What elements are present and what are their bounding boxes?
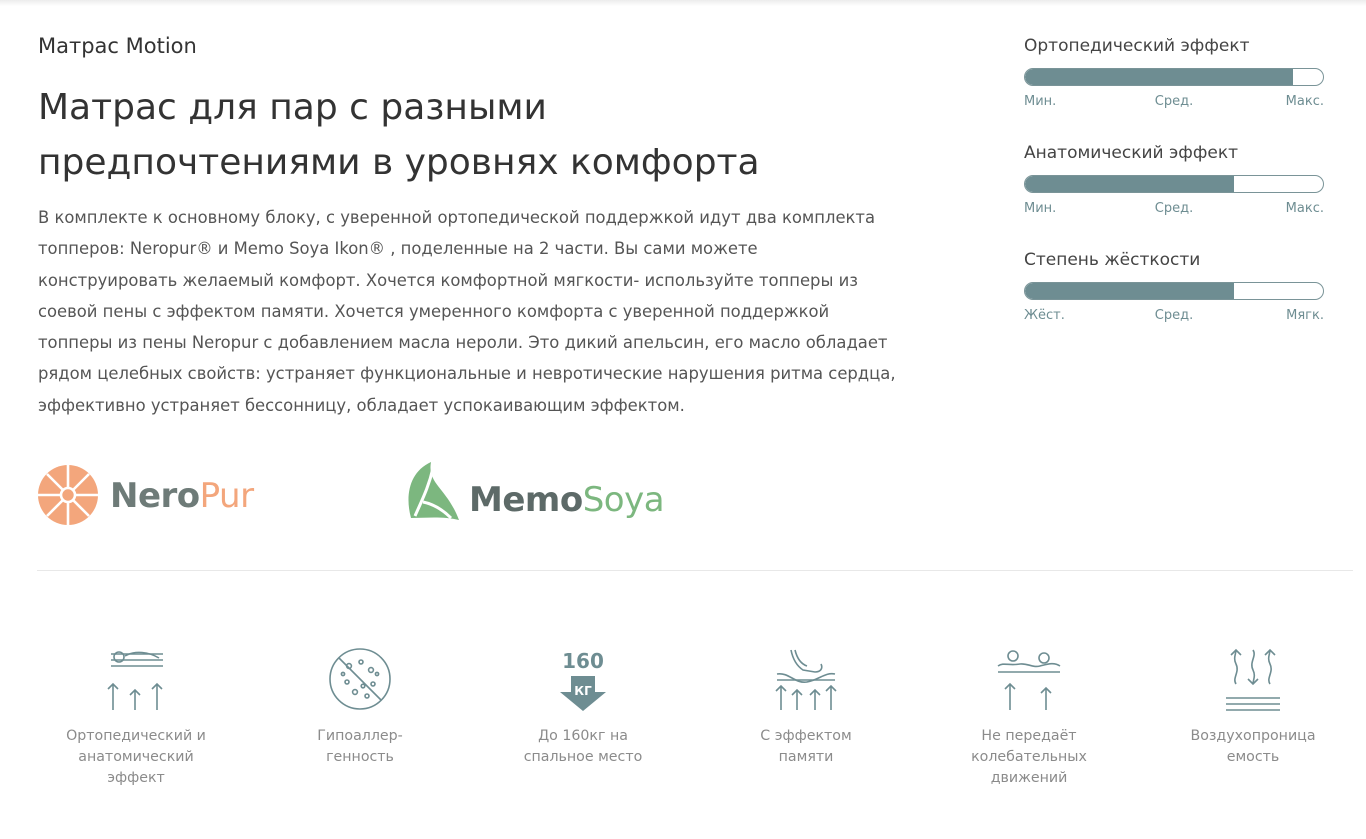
memosoya-logo: MemoSoya <box>403 458 693 524</box>
comfort-meters: Ортопедический эффект Мин. Сред. Макс. А… <box>1024 34 1324 355</box>
meter-fill <box>1025 176 1234 192</box>
meter-title: Степень жёсткости <box>1024 250 1201 270</box>
leaf-icon <box>408 462 459 520</box>
neropur-logo: NeroPur <box>36 462 276 528</box>
memosoya-wordmark-memo: Memo <box>469 480 583 520</box>
neropur-wordmark: NeroPur <box>110 476 254 516</box>
scale-mid-label: Сред. <box>1154 94 1194 109</box>
feature-memory-effect: С эффектом памяти <box>696 644 916 768</box>
title-line-1: Матрас для пар с разными <box>38 87 547 128</box>
features-list: Ортопедический и анатомический эффект Ги… <box>26 644 1366 804</box>
scale-max-label: Мягк. <box>1286 308 1324 323</box>
scale-max-label: Макс. <box>1285 201 1324 216</box>
meter-fill <box>1025 69 1294 85</box>
orthopedic-support-icon <box>107 651 163 710</box>
feature-label: Ортопедический и анатомический эффект <box>66 728 206 786</box>
weight-number: 160 <box>562 649 604 673</box>
orange-slice-icon <box>38 465 98 525</box>
meter-title: Ортопедический эффект <box>1024 36 1250 56</box>
meter-scale: Мин. Сред. Макс. <box>1024 201 1324 217</box>
scale-max-label: Макс. <box>1285 94 1324 109</box>
weight-limit-icon: 160 КГ <box>560 649 606 711</box>
title-line-2: предпочтениями в уровнях комфорта <box>38 142 760 183</box>
feature-orthopedic: Ортопедический и анатомический эффект <box>26 644 246 789</box>
meter-firmness: Степень жёсткости Жёст. Сред. Мягк. <box>1024 248 1324 355</box>
memory-effect-icon <box>775 649 837 710</box>
meter-orthopedic: Ортопедический эффект Мин. Сред. Макс. <box>1024 34 1324 141</box>
breathability-icon <box>1226 648 1280 711</box>
meter-bar <box>1024 68 1324 86</box>
feature-label: С эффектом памяти <box>760 728 852 765</box>
product-description: В комплекте к основному блоку, с уверенн… <box>38 202 898 421</box>
feature-weight-limit: 160 КГ До 160кг на спальное место <box>473 644 693 768</box>
feature-label: До 160кг на спальное место <box>523 728 643 765</box>
page-title: Матрас для пар с разными предпочтениями … <box>38 80 938 190</box>
description-text: В комплекте к основному блоку, с уверенн… <box>38 208 896 415</box>
feature-label: Не передаёт колебательных движений <box>971 728 1087 786</box>
memosoya-wordmark: MemoSoya <box>469 480 665 520</box>
memosoya-wordmark-soya: Soya <box>582 480 665 520</box>
feature-label: Гипоаллер- генность <box>317 728 403 765</box>
header-shadow <box>0 0 1366 6</box>
feature-no-motion-transfer: Не передаёт колебательных движений <box>919 644 1139 789</box>
scale-min-label: Жёст. <box>1024 308 1065 323</box>
meter-bar <box>1024 282 1324 300</box>
feature-label: Воздухопроница емость <box>1190 728 1316 765</box>
product-subtitle: Матрас Motion <box>38 34 197 58</box>
scale-min-label: Мин. <box>1024 201 1057 216</box>
scale-mid-label: Сред. <box>1154 308 1194 323</box>
neropur-wordmark-pur: Pur <box>199 476 254 516</box>
section-divider <box>37 570 1353 571</box>
meter-scale: Жёст. Сред. Мягк. <box>1024 308 1324 324</box>
meter-bar <box>1024 175 1324 193</box>
no-motion-transfer-icon <box>997 650 1061 710</box>
feature-breathability: Воздухопроница емость <box>1143 644 1363 768</box>
scale-min-label: Мин. <box>1024 94 1057 109</box>
meter-fill <box>1025 283 1234 299</box>
scale-mid-label: Сред. <box>1154 201 1194 216</box>
feature-hypoallergenic: Гипоаллер- генность <box>250 644 470 768</box>
meter-title: Анатомический эффект <box>1024 143 1238 163</box>
neropur-wordmark-nero: Nero <box>110 476 200 516</box>
hypoallergenic-icon <box>329 648 391 710</box>
weight-unit: КГ <box>574 684 592 698</box>
meter-scale: Мин. Сред. Макс. <box>1024 94 1324 110</box>
meter-anatomic: Анатомический эффект Мин. Сред. Макс. <box>1024 141 1324 248</box>
